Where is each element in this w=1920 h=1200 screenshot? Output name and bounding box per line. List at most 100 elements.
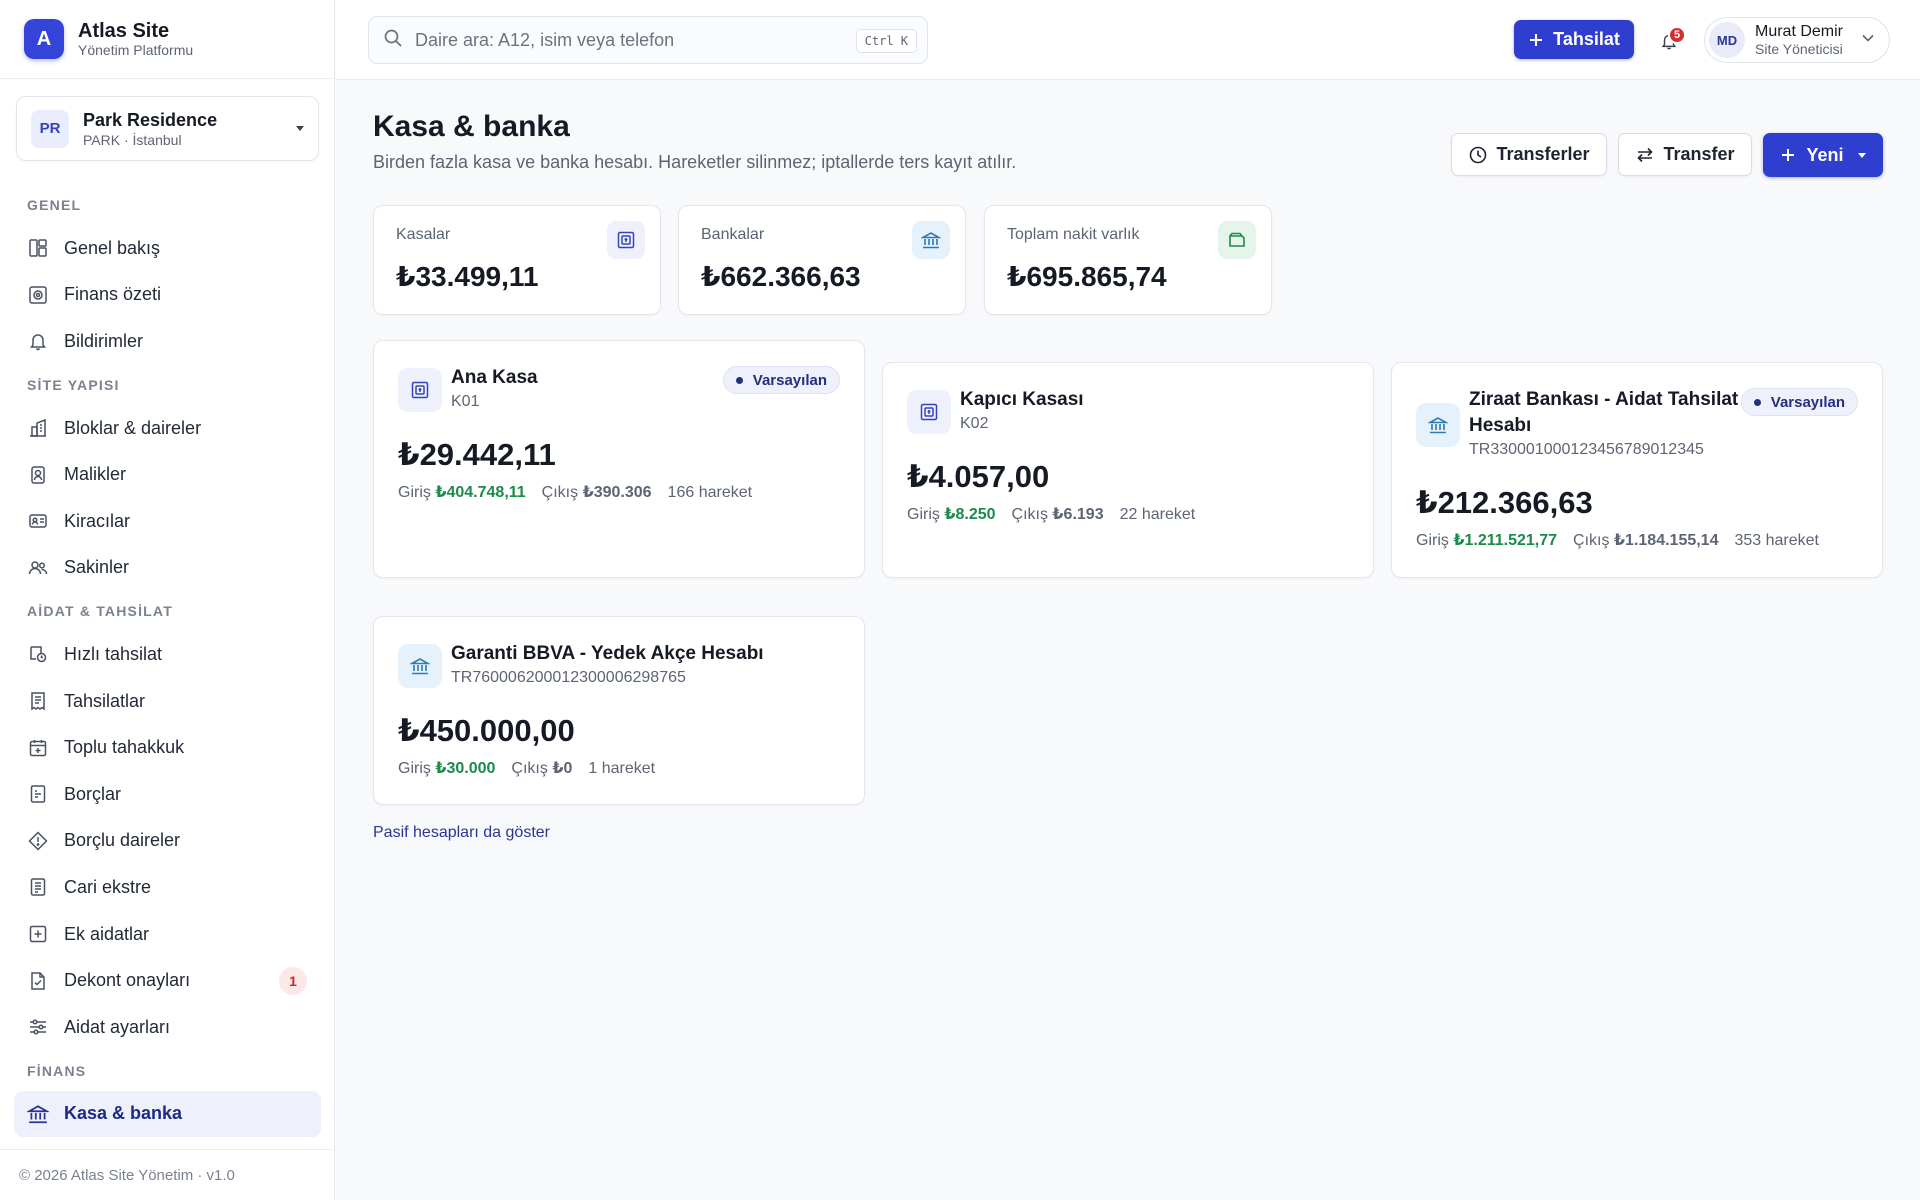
stat-card-cash: Kasalar ₺33.499,11 [373,205,661,315]
account-balance: ₺29.442,11 [398,437,556,472]
sidebar-item-label: Aidat ayarları [64,1016,171,1037]
new-button[interactable]: Yeni [1763,133,1883,177]
account-card-garanti[interactable]: Garanti BBVA - Yedek Akçe Hesabı TR76000… [373,616,865,805]
quick-collect-icon [27,643,49,665]
brand-logo[interactable]: A [24,19,64,59]
sidebar-item-label: Malikler [64,464,127,485]
account-iban: TR330001000123456789012345 [1469,441,1704,458]
sidebar-item-genel-bakis[interactable]: Genel bakış [14,225,321,272]
site-selector[interactable]: PR Park Residence PARK · İstanbul [16,96,319,161]
brand-name: Atlas Site [78,19,170,42]
user-role: Site Yöneticisi [1755,41,1843,57]
account-balance: ₺4.057,00 [907,459,1050,494]
outgo-label: Çıkış [511,760,548,777]
users-icon [27,557,49,579]
nav-section-title: GENEL [27,197,82,213]
income-value: ₺404.748,11 [435,484,526,501]
account-name-line-1: Ziraat Bankası - Aidat Tahsilat [1469,389,1739,410]
sidebar-item-dekont-onaylari[interactable]: Dekont onayları 1 [14,957,321,1004]
plus-square-icon [27,923,49,945]
user-menu[interactable]: MD Murat Demir Site Yöneticisi [1704,17,1890,63]
wallet-icon [1218,221,1256,259]
sidebar-item-hizli-tahsilat[interactable]: Hızlı tahsilat [14,631,321,678]
plus-icon [1528,32,1544,48]
sidebar-item-bloklar-daireler[interactable]: Bloklar & daireler [14,405,321,452]
account-flow: Giriş ₺404.748,11 Çıkış ₺390.306 166 harek… [398,482,752,502]
brand-subtitle: Yönetim Platformu [78,41,194,58]
calendar-plus-icon [27,737,49,759]
caret-down-icon [1857,152,1866,158]
search-input[interactable] [415,29,835,51]
stat-value: ₺33.499,11 [396,261,539,292]
caret-down-icon [296,126,304,131]
sidebar-item-bildirimler[interactable]: Bildirimler [14,318,321,365]
chevron-down-icon [1861,31,1875,50]
avatar: MD [1709,22,1745,58]
sidebar-item-label: Finans özeti [64,284,162,305]
notification-count-badge: 5 [1668,26,1686,44]
account-name: Kapıcı Kasası [960,389,1084,410]
finance-summary-icon [27,284,49,306]
sidebar-item-ek-aidatlar[interactable]: Ek aidatlar [14,911,321,958]
sidebar-item-label: Borçlu daireler [64,830,181,851]
account-iban: TR760006200012300006298765 [451,669,686,686]
owner-icon [27,464,49,486]
page-title: Kasa & banka [373,110,570,143]
account-card-ziraat[interactable]: Ziraat Bankası - Aidat Tahsilat Hesabı T… [1391,362,1883,578]
sidebar-item-label: Cari ekstre [64,876,152,897]
sidebar-footer: © 2026 Atlas Site Yönetim · v1.0 [0,1149,334,1200]
sidebar-item-finans-ozeti[interactable]: Finans özeti [14,272,321,319]
transfers-button[interactable]: Transferler [1451,133,1607,176]
account-balance: ₺212.366,63 [1416,485,1593,520]
transfer-button-label: Transfer [1663,144,1735,164]
account-card-ana-kasa[interactable]: Ana Kasa K01 Varsayılan ₺29.442,11 Giriş… [373,340,865,578]
income-value: ₺1.211.521,77 [1453,532,1558,549]
bank-icon [398,644,442,688]
collect-button-label: Tahsilat [1553,29,1620,49]
income-value: ₺30.000 [435,760,496,777]
cash-register-icon [398,368,442,412]
default-badge: Varsayılan [1740,388,1858,416]
sidebar-item-borclar[interactable]: Borçlar [14,771,321,818]
page-description: Birden fazla kasa ve banka hesabı. Harek… [373,152,1017,172]
sidebar-item-kiracilar[interactable]: Kiracılar [14,498,321,545]
sliders-icon [27,1016,49,1038]
income-label: Giriş [398,484,431,501]
sidebar-item-malikler[interactable]: Malikler [14,451,321,498]
topbar: Ctrl K Tahsilat 5 MD Murat Demir Site Yö… [336,0,1920,80]
sidebar-item-label: Bildirimler [64,330,144,351]
account-name: Garanti BBVA - Yedek Akçe Hesabı [451,643,764,664]
stat-card-banks: Bankalar ₺662.366,63 [678,205,966,315]
sidebar-item-label: Tahsilatlar [64,690,146,711]
site-name: Park Residence [83,109,218,130]
sidebar-item-kasa-banka[interactable]: Kasa & banka [14,1090,321,1138]
account-card-kapici-kasasi[interactable]: Kapıcı Kasası K02 ₺4.057,00 Giriş ₺8.250… [882,362,1374,578]
show-passive-accounts-link[interactable]: Pasif hesapları da göster [373,824,550,842]
cash-register-icon [607,221,645,259]
outgo-value: ₺390.306 [582,484,652,501]
new-button-label: Yeni [1806,144,1844,165]
collect-button[interactable]: Tahsilat [1514,20,1634,59]
bank-icon [912,221,950,259]
account-code: K01 [451,393,480,410]
sidebar-item-borclu-daireler[interactable]: Borçlu daireler [14,818,321,865]
nav-section-title: FİNANS [27,1062,87,1079]
debt-icon [27,783,49,805]
transfer-button[interactable]: Transfer [1618,133,1752,176]
transfers-button-label: Transferler [1496,144,1590,164]
cash-register-icon [907,390,951,434]
clock-icon [1468,145,1496,165]
dashboard-icon [27,237,49,259]
outgo-value: ₺1.184.155,14 [1613,532,1719,549]
search-box[interactable]: Ctrl K [368,16,928,64]
movement-count: 22 hareket [1119,506,1196,523]
outgo-value: ₺0 [552,760,573,777]
sidebar-item-toplu-tahakkuk[interactable]: Toplu tahakkuk [14,724,321,771]
sidebar-item-sakinler[interactable]: Sakinler [14,545,321,592]
sidebar-item-cari-ekstre[interactable]: Cari ekstre [14,864,321,911]
account-name-line-2: Hesabı [1469,415,1532,436]
pending-count-badge: 1 [279,966,307,995]
sidebar-item-aidat-ayarlari[interactable]: Aidat ayarları [14,1004,321,1051]
notifications-button[interactable]: 5 [1654,26,1686,56]
sidebar-item-tahsilatlar[interactable]: Tahsilatlar [14,678,321,725]
